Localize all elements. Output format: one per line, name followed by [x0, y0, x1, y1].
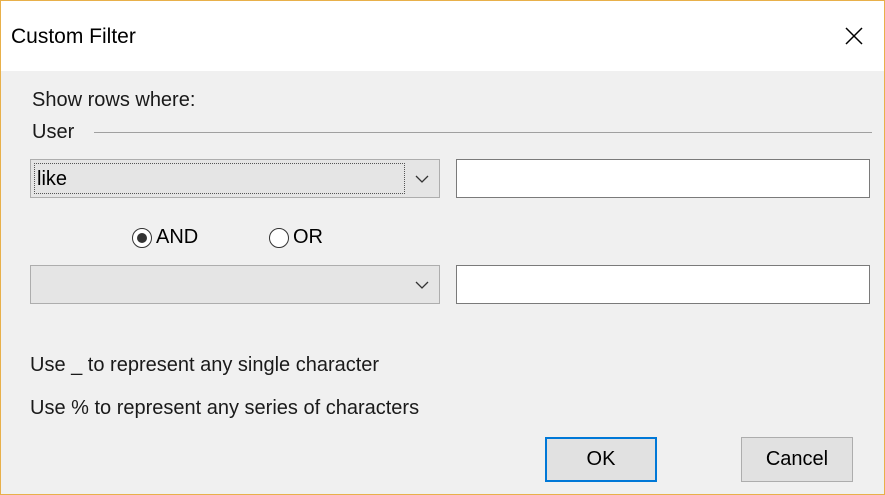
- value-field-2[interactable]: [456, 265, 870, 304]
- or-radio[interactable]: OR: [269, 226, 323, 249]
- show-rows-heading: Show rows where:: [32, 89, 196, 111]
- hint-series-characters: Use % to represent any series of charact…: [30, 397, 420, 419]
- and-radio[interactable]: AND: [132, 226, 198, 249]
- dropdown-arrow-2[interactable]: [406, 267, 438, 302]
- or-radio-label: OR: [293, 226, 323, 248]
- dialog-body: Show rows where: User like AND OR Use _ …: [1, 71, 884, 494]
- operator-select-2[interactable]: [30, 265, 440, 304]
- custom-filter-dialog: Custom Filter Show rows where: User like…: [0, 0, 885, 495]
- close-icon: [845, 27, 863, 45]
- operator-select-1[interactable]: like: [30, 159, 440, 198]
- operator-select-1-value: like: [37, 168, 68, 190]
- dropdown-arrow-1[interactable]: [406, 161, 438, 196]
- ok-button[interactable]: OK: [545, 437, 657, 482]
- cancel-button[interactable]: Cancel: [741, 437, 853, 482]
- and-radio-label: AND: [156, 226, 199, 248]
- dialog-title: Custom Filter: [11, 25, 136, 48]
- focus-rect: [34, 163, 405, 194]
- hint-single-character: Use _ to represent any single character: [30, 354, 380, 376]
- column-group-label: User: [32, 121, 75, 143]
- chevron-down-icon: [415, 175, 429, 183]
- and-radio-circle[interactable]: [132, 227, 152, 248]
- close-button[interactable]: [824, 11, 884, 61]
- radio-selected-dot: [137, 232, 147, 243]
- or-radio-circle[interactable]: [269, 227, 289, 248]
- group-divider: [94, 132, 872, 133]
- value-field-1[interactable]: [456, 159, 870, 198]
- title-bar: Custom Filter: [1, 1, 884, 71]
- chevron-down-icon: [415, 281, 429, 289]
